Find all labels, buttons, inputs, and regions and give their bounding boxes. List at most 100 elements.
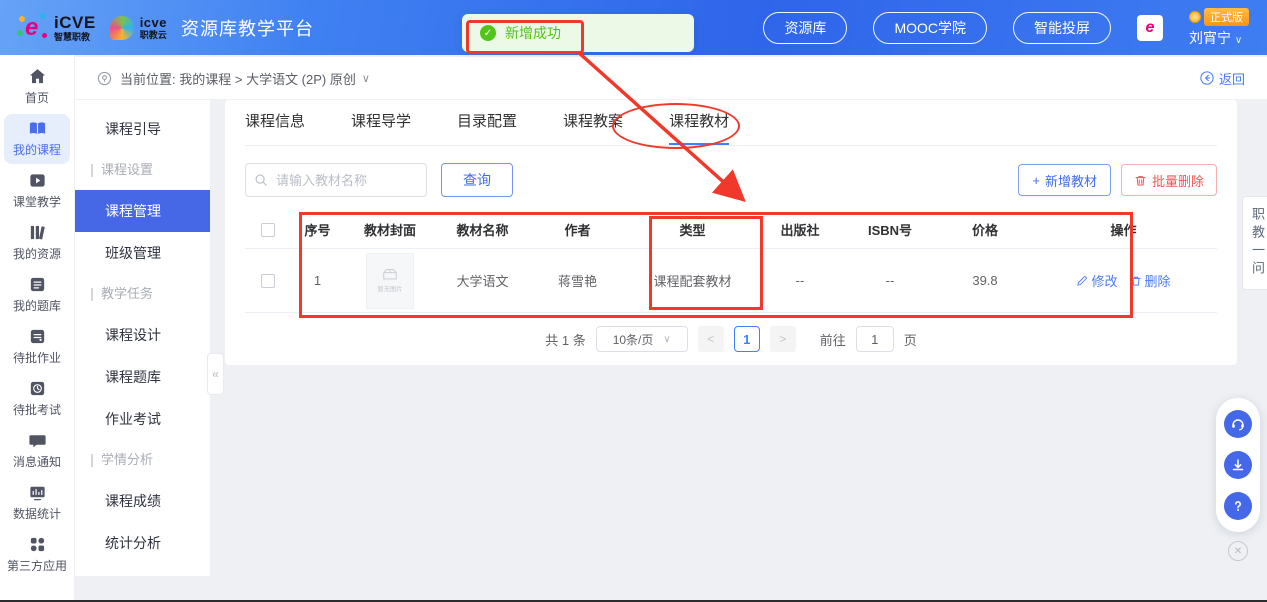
add-textbook-button[interactable]: + 新增教材 <box>1018 164 1111 196</box>
cell-name: 大学语文 <box>435 271 530 290</box>
user-menu[interactable]: 正式版 刘宵宁 ∨ <box>1189 8 1249 48</box>
pagination: 共 1 条 10条/页 ∨ < 1 > 前往 页 <box>245 326 1217 352</box>
sidebar-item-messages[interactable]: 消息通知 <box>4 426 70 476</box>
zhijiaoyun-shell-icon <box>110 16 134 40</box>
table-header-row: 序号 教材封面 教材名称 作者 类型 出版社 ISBN号 价格 操作 <box>245 211 1217 249</box>
menu-item-course-management[interactable]: 课程管理 <box>75 190 210 232</box>
menu-collapse-handle[interactable]: « <box>207 353 224 395</box>
book-icon <box>28 119 47 138</box>
medal-icon <box>1189 11 1201 23</box>
page-size-select[interactable]: 10条/页 ∨ <box>596 326 688 352</box>
col-header-no: 序号 <box>290 220 345 239</box>
message-icon <box>28 431 47 450</box>
menu-section-learning-analysis: 学情分析 <box>75 440 210 480</box>
close-float-menu-button[interactable]: ✕ <box>1228 541 1248 561</box>
col-header-cover: 教材封面 <box>345 220 435 239</box>
sidebar-item-classroom-teaching[interactable]: 课堂教学 <box>4 166 70 216</box>
menu-section-course-settings: 课程设置 <box>75 150 210 190</box>
logo-brand: iCVE <box>54 14 96 31</box>
menu-item-course-design[interactable]: 课程设计 <box>75 314 210 356</box>
current-page-button[interactable]: 1 <box>734 326 760 352</box>
plus-icon: + <box>1032 173 1040 188</box>
query-button[interactable]: 查询 <box>441 163 513 197</box>
sidebar-item-my-resources[interactable]: 我的资源 <box>4 218 70 268</box>
breadcrumb-path[interactable]: 我的课程 > 大学语文 (2P) 原创 <box>179 72 356 87</box>
batch-delete-button[interactable]: 批量删除 <box>1121 164 1217 196</box>
chevron-down-icon: ∨ <box>1235 35 1242 46</box>
col-header-author: 作者 <box>530 220 625 239</box>
sidebar-item-my-courses[interactable]: 我的课程 <box>4 114 70 164</box>
row-checkbox[interactable] <box>261 274 275 288</box>
stats-icon <box>28 483 47 502</box>
select-all-checkbox[interactable] <box>261 223 275 237</box>
sidebar-item-homework-to-grade[interactable]: 待批作业 <box>4 322 70 372</box>
home-icon <box>28 67 47 86</box>
logo2-brand: icve <box>140 16 167 29</box>
headset-icon <box>1230 416 1246 432</box>
trash-icon <box>1130 275 1142 287</box>
toast-message: 新增成功 <box>505 23 561 43</box>
nav-smart-cast-button[interactable]: 智能投屏 <box>1013 12 1111 44</box>
cell-publisher: -- <box>760 273 840 288</box>
goto-page-input[interactable] <box>856 326 894 352</box>
back-circle-arrow-icon <box>1200 71 1214 85</box>
delete-link[interactable]: 删除 <box>1130 271 1171 290</box>
download-button[interactable] <box>1224 451 1252 479</box>
library-icon <box>28 223 47 242</box>
tab-course-textbooks[interactable]: 课程教材 <box>669 100 729 145</box>
zhijiao-help-side-tab[interactable]: 职教一问 <box>1242 196 1267 290</box>
back-button[interactable]: 返回 <box>1200 69 1245 88</box>
goto-label: 前往 <box>820 330 846 349</box>
menu-item-statistical-analysis[interactable]: 统计分析 <box>75 522 210 564</box>
menu-item-course-question-bank[interactable]: 课程题库 <box>75 356 210 398</box>
col-header-publisher: 出版社 <box>760 220 840 239</box>
nav-resource-library-button[interactable]: 资源库 <box>763 12 847 44</box>
sidebar-item-my-question-bank[interactable]: 我的题库 <box>4 270 70 320</box>
success-check-icon: ✓ <box>480 25 496 41</box>
apps-icon <box>28 535 47 554</box>
prev-page-button[interactable]: < <box>698 326 724 352</box>
sidebar-item-exams-to-grade[interactable]: 待批考试 <box>4 374 70 424</box>
homework-icon <box>28 327 47 346</box>
empty-box-icon <box>382 268 398 281</box>
sidebar-item-statistics[interactable]: 数据统计 <box>4 478 70 528</box>
question-bank-icon <box>28 275 47 294</box>
breadcrumb-bar: 当前位置: 我的课程 > 大学语文 (2P) 原创 ∨ 返回 <box>75 57 1267 100</box>
app-window: e iCVE 智慧职教 icve 职教云 资源库教学平台 资源库 MOOC学院 … <box>0 0 1267 602</box>
help-button[interactable] <box>1224 492 1252 520</box>
close-icon: ✕ <box>1234 546 1242 557</box>
col-header-name: 教材名称 <box>435 220 530 239</box>
tab-course-info[interactable]: 课程信息 <box>245 100 305 145</box>
next-page-button[interactable]: > <box>770 326 796 352</box>
total-count: 共 1 条 <box>545 330 585 349</box>
cell-no: 1 <box>290 273 345 288</box>
floating-action-menu <box>1216 398 1260 532</box>
logo2-tagline: 职教云 <box>140 31 167 40</box>
customer-service-button[interactable] <box>1224 410 1252 438</box>
menu-item-course-guide[interactable]: 课程引导 <box>75 108 210 150</box>
menu-item-homework-exam[interactable]: 作业考试 <box>75 398 210 440</box>
cell-price: 39.8 <box>940 273 1030 288</box>
question-mark-icon <box>1230 498 1246 514</box>
chevron-down-icon[interactable]: ∨ <box>362 72 370 85</box>
trash-icon <box>1134 174 1147 187</box>
sidebar-item-third-party-apps[interactable]: 第三方应用 <box>4 530 70 580</box>
tab-lesson-plans[interactable]: 课程教案 <box>563 100 623 145</box>
sidebar-item-home[interactable]: 首页 <box>4 62 70 112</box>
icve-swirl-icon: e <box>18 13 48 43</box>
menu-item-course-grades[interactable]: 课程成绩 <box>75 480 210 522</box>
location-pin-icon <box>97 71 112 86</box>
textbook-search-input[interactable] <box>245 163 427 197</box>
version-badge: 正式版 <box>1204 8 1249 26</box>
cell-type: 课程配套教材 <box>625 271 760 290</box>
play-icon <box>28 171 47 190</box>
tab-course-guide[interactable]: 课程导学 <box>351 100 411 145</box>
tab-catalog-config[interactable]: 目录配置 <box>457 100 517 145</box>
nav-mooc-button[interactable]: MOOC学院 <box>873 12 987 44</box>
col-header-actions: 操作 <box>1030 220 1217 239</box>
pencil-icon <box>1076 275 1088 287</box>
edit-link[interactable]: 修改 <box>1076 271 1117 290</box>
menu-item-class-management[interactable]: 班级管理 <box>75 232 210 274</box>
cover-placeholder: 暂无图片 <box>366 253 414 309</box>
mini-app-icon[interactable]: e <box>1137 15 1163 41</box>
